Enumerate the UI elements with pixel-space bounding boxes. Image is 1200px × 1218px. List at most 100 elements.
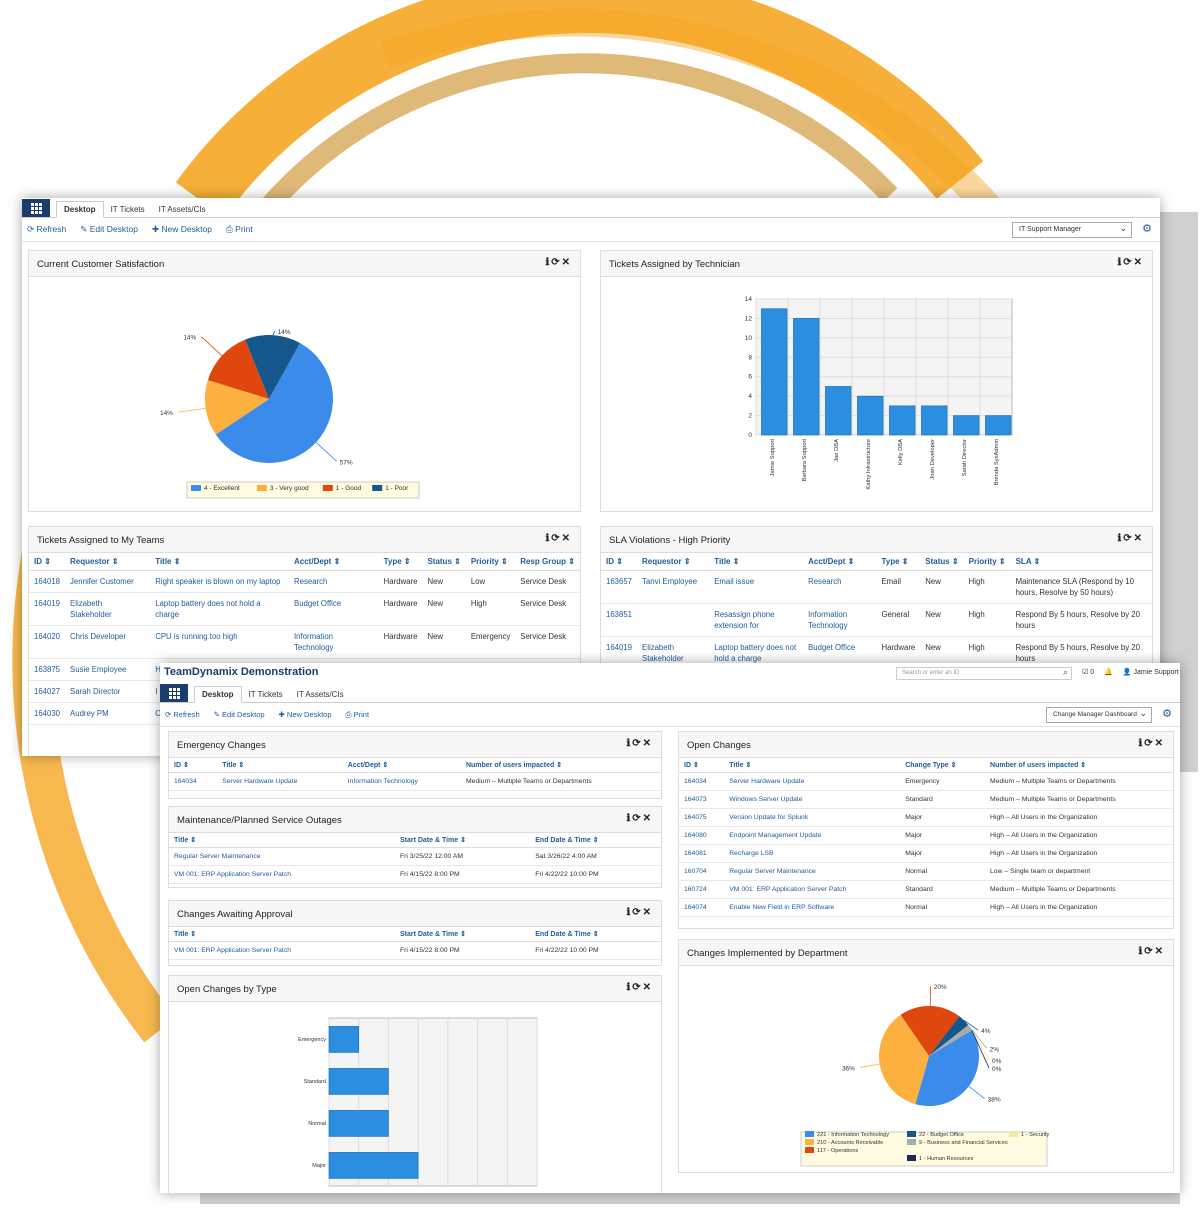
column-header[interactable]: SLA ⇕ xyxy=(1010,553,1152,571)
table-cell[interactable]: Information Technology xyxy=(803,603,877,637)
column-header[interactable]: Acct/Dept ⇕ xyxy=(289,553,379,571)
column-header[interactable]: Priority ⇕ xyxy=(465,553,516,571)
table-row[interactable]: 164034 Server Hardware Update Emergency Med… xyxy=(679,772,1173,791)
table-cell[interactable]: Email issue xyxy=(709,570,804,604)
column-header[interactable]: ID ⇕ xyxy=(169,758,218,773)
table-cell[interactable]: VM 001: ERP Application Server Patch xyxy=(169,865,395,884)
table-cell[interactable]: VM 001: ERP Application Server Patch xyxy=(724,880,901,899)
table-cell[interactable]: Laptop battery does not hold a charge xyxy=(150,592,289,626)
table-cell[interactable]: Right speaker is blown on my laptop xyxy=(150,570,289,593)
user-menu[interactable]: 👤 Jamie Support xyxy=(1123,668,1179,676)
table-row[interactable]: 160724 VM 001: ERP Application Server Pat… xyxy=(679,880,1173,899)
column-header[interactable]: ID ⇕ xyxy=(29,553,66,571)
table-cell[interactable]: Windows Server Update xyxy=(724,790,901,809)
column-header[interactable]: Start Date & Time ⇕ xyxy=(394,927,531,942)
table-cell[interactable]: 164034 xyxy=(169,772,218,791)
apps-menu-icon[interactable] xyxy=(160,684,188,702)
table-cell[interactable]: 164034 xyxy=(679,772,725,791)
column-header[interactable]: Number of users impacted ⇕ xyxy=(460,758,661,773)
table-row[interactable]: 164019 Elizabeth Stakeholder Laptop batter… xyxy=(29,592,580,626)
table-row[interactable]: 164081 Recharge LSB Major High – All Users … xyxy=(679,844,1173,863)
table-row[interactable]: VM 001: ERP Application Server Patch Fri … xyxy=(169,941,661,960)
panel-actions-icon[interactable]: ℹ⟳✕ xyxy=(1117,533,1144,544)
table-cell[interactable]: 160704 xyxy=(679,862,725,881)
panel-actions-icon[interactable]: ℹ⟳✕ xyxy=(1138,946,1165,957)
table-row[interactable]: 163657 Tanvi Employee Email issue Research E… xyxy=(601,570,1152,604)
table-cell[interactable]: 164018 xyxy=(29,570,66,593)
table-row[interactable]: 164075 Version Update for Splunk Major High… xyxy=(679,808,1173,827)
column-header[interactable]: Number of users impacted ⇕ xyxy=(985,758,1173,773)
tab-desktop[interactable]: Desktop xyxy=(194,686,242,703)
table-row[interactable]: 164073 Windows Server Update Standard Mediu… xyxy=(679,790,1173,809)
tab-desktop[interactable]: Desktop xyxy=(56,201,104,218)
edit-desktop-button[interactable]: ✎ Edit Desktop xyxy=(80,224,138,235)
table-row[interactable]: 164034 Server Hardware Update Information … xyxy=(169,772,661,791)
panel-actions-icon[interactable]: ℹ⟳✕ xyxy=(626,982,653,993)
table-cell[interactable]: CPU is running too high xyxy=(150,625,289,659)
table-cell[interactable]: Susie Employee xyxy=(65,658,151,681)
table-cell[interactable]: 164027 xyxy=(29,680,66,703)
refresh-button[interactable]: ⟳ Refresh xyxy=(165,710,200,719)
tab-it-tickets[interactable]: IT Tickets xyxy=(104,202,152,217)
column-header[interactable]: Priority ⇕ xyxy=(963,553,1011,571)
table-row[interactable]: 164018 Jennifer Customer Right speaker is … xyxy=(29,570,580,593)
table-cell[interactable]: Information Technology xyxy=(289,625,379,659)
gear-icon[interactable]: ⚙ xyxy=(1142,222,1152,235)
new-desktop-button[interactable]: ✚ New Desktop xyxy=(152,224,212,235)
table-cell[interactable]: Sarah Director xyxy=(65,680,151,703)
table-row[interactable]: 160704 Regular Server Maintenance Normal Lo… xyxy=(679,862,1173,881)
column-header[interactable]: Acct/Dept ⇕ xyxy=(342,758,461,773)
tab-it-assets[interactable]: IT Assets/CIs xyxy=(152,202,213,217)
table-cell[interactable]: Elizabeth Stakeholder xyxy=(65,592,151,626)
panel-actions-icon[interactable]: ℹ⟳✕ xyxy=(1138,738,1165,749)
panel-actions-icon[interactable]: ℹ⟳✕ xyxy=(545,257,572,268)
tab-it-tickets[interactable]: IT Tickets xyxy=(242,687,290,702)
column-header[interactable]: Title ⇕ xyxy=(724,758,901,773)
panel-actions-icon[interactable]: ℹ⟳✕ xyxy=(626,738,653,749)
column-header[interactable]: Start Date & Time ⇕ xyxy=(394,833,531,848)
table-row[interactable]: 164074 Enable New Field in ERP Software No… xyxy=(679,898,1173,917)
table-row[interactable]: 164020 Chris Developer CPU is running too … xyxy=(29,625,580,659)
table-row[interactable]: 163851 Resassign phone extension for Infor… xyxy=(601,603,1152,637)
table-cell[interactable]: 164081 xyxy=(679,844,725,863)
table-cell[interactable]: Server Hardware Update xyxy=(217,772,343,791)
table-cell[interactable]: 164080 xyxy=(679,826,725,845)
table-cell[interactable]: Tanvi Employee xyxy=(637,570,710,604)
column-header[interactable]: Title ⇕ xyxy=(169,927,395,942)
bell-icon[interactable]: 🔔 xyxy=(1104,668,1113,676)
table-cell[interactable]: Endpoint Management Update xyxy=(724,826,901,845)
column-header[interactable]: Title ⇕ xyxy=(217,758,343,773)
table-cell[interactable]: Version Update for Splunk xyxy=(724,808,901,827)
table-cell[interactable]: 164020 xyxy=(29,625,66,659)
table-cell[interactable]: 164075 xyxy=(679,808,725,827)
table-cell[interactable]: 160724 xyxy=(679,880,725,899)
column-header[interactable]: End Date & Time ⇕ xyxy=(530,833,661,848)
panel-actions-icon[interactable]: ℹ⟳✕ xyxy=(545,533,572,544)
table-row[interactable]: VM 001: ERP Application Server Patch Fri … xyxy=(169,865,661,884)
column-header[interactable]: Status ⇕ xyxy=(920,553,964,571)
column-header[interactable]: Title ⇕ xyxy=(169,833,395,848)
table-cell[interactable]: VM 001: ERP Application Server Patch xyxy=(169,941,395,960)
search-input[interactable]: Search or enter an ID xyxy=(896,667,1072,680)
gear-icon[interactable]: ⚙ xyxy=(1162,707,1172,720)
table-row[interactable]: 164080 Endpoint Management Update Major Hig… xyxy=(679,826,1173,845)
table-cell[interactable]: 163657 xyxy=(601,570,638,604)
panel-actions-icon[interactable]: ℹ⟳✕ xyxy=(626,907,653,918)
refresh-button[interactable]: ⟳ Refresh xyxy=(27,224,66,235)
table-row[interactable]: Regular Server Maintenance Fri 3/25/22 12… xyxy=(169,847,661,866)
table-cell[interactable]: Server Hardware Update xyxy=(724,772,901,791)
column-header[interactable]: Type ⇕ xyxy=(876,553,921,571)
column-header[interactable]: Title ⇕ xyxy=(709,553,804,571)
table-cell[interactable]: Audrey PM xyxy=(65,702,151,725)
table-cell[interactable]: 163875 xyxy=(29,658,66,681)
table-cell[interactable]: Jennifer Customer xyxy=(65,570,151,593)
column-header[interactable]: ID ⇕ xyxy=(601,553,638,571)
desktop-select[interactable]: Change Manager Dashboard xyxy=(1046,707,1152,723)
table-cell[interactable]: Budget Office xyxy=(289,592,379,626)
column-header[interactable]: Title ⇕ xyxy=(150,553,289,571)
table-cell[interactable]: Information Technology xyxy=(342,772,461,791)
new-desktop-button[interactable]: ✚ New Desktop xyxy=(279,710,332,719)
table-cell[interactable]: Regular Server Maintenance xyxy=(169,847,395,866)
table-cell[interactable]: 164073 xyxy=(679,790,725,809)
apps-menu-icon[interactable] xyxy=(22,199,50,217)
